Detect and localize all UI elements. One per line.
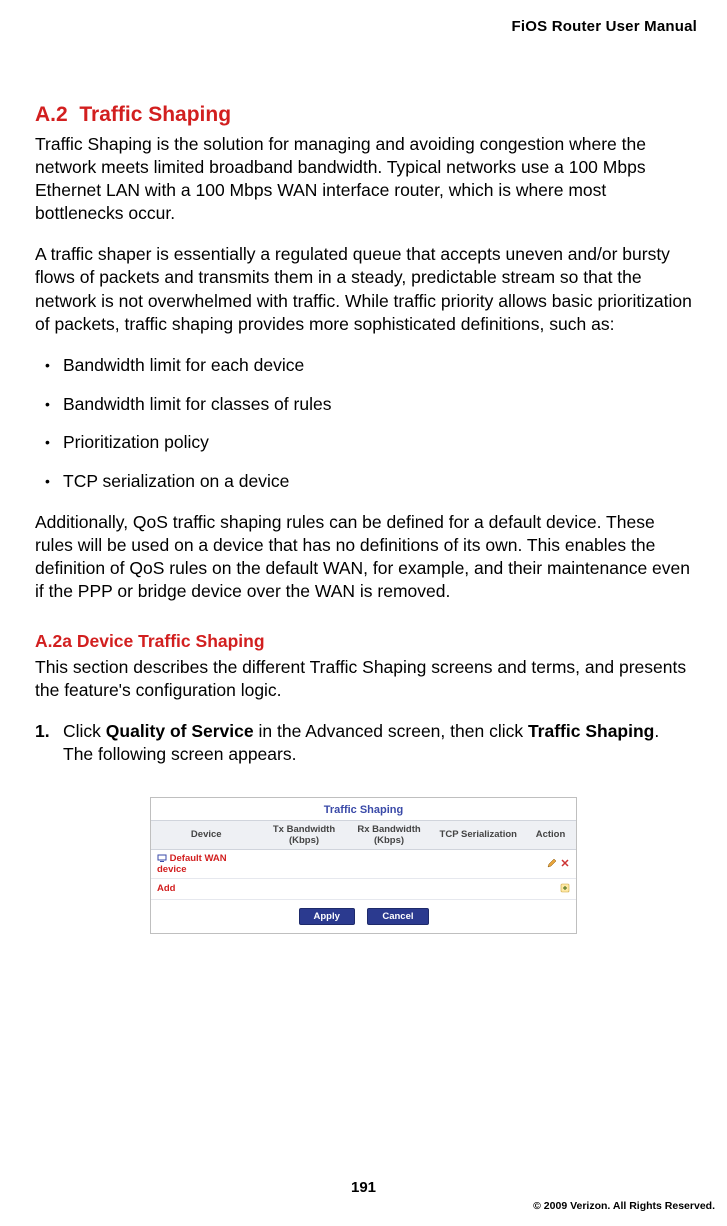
bullet-item: Bandwidth limit for classes of rules [35,393,692,416]
bullet-item: Bandwidth limit for each device [35,354,692,377]
tx-cell [262,849,347,878]
subsection-intro: This section describes the different Tra… [35,656,692,702]
bullet-item: Prioritization policy [35,431,692,454]
add-icon[interactable] [560,883,570,893]
steps-list: 1. Click Quality of Service in the Advan… [35,720,692,766]
bullet-item: TCP serialization on a device [35,470,692,493]
table-row: Default WAN device [151,849,576,878]
empty-cell [262,878,347,899]
cancel-button[interactable]: Cancel [367,908,428,925]
table-header-row: Device Tx Bandwidth (Kbps) Rx Bandwidth … [151,820,576,849]
subsection-number: A.2a [35,631,72,651]
screenshot-title: Traffic Shaping [151,798,576,820]
device-link[interactable]: Default WAN device [151,849,262,878]
page-number: 191 [0,1179,727,1196]
section-name: Traffic Shaping [79,103,231,126]
step-bold-1: Quality of Service [106,721,254,741]
col-action: Action [525,820,576,849]
table-row-add: Add [151,878,576,899]
traffic-shaping-table: Device Tx Bandwidth (Kbps) Rx Bandwidth … [151,820,576,900]
step-number: 1. [35,720,50,743]
col-device: Device [151,820,262,849]
device-icon [157,853,167,863]
col-tx: Tx Bandwidth (Kbps) [262,820,347,849]
col-rx: Rx Bandwidth (Kbps) [347,820,432,849]
bullet-list: Bandwidth limit for each device Bandwidt… [35,354,692,493]
copyright: © 2009 Verizon. All Rights Reserved. [533,1200,715,1212]
device-name: Default WAN device [157,853,227,875]
step-text-pre: Click [63,721,106,741]
running-head: FiOS Router User Manual [35,18,697,35]
section-para-2: A traffic shaper is essentially a regula… [35,243,692,335]
action-cell [525,849,576,878]
apply-button[interactable]: Apply [299,908,355,925]
add-link[interactable]: Add [151,878,262,899]
step-bold-2: Traffic Shaping [528,721,654,741]
screenshot-panel: Traffic Shaping Device Tx Bandwidth (Kbp… [150,797,577,934]
empty-cell [432,878,526,899]
section-para-1: Traffic Shaping is the solution for mana… [35,133,692,225]
section-para-3: Additionally, QoS traffic shaping rules … [35,511,692,603]
action-cell [525,878,576,899]
section-title: A.2 Traffic Shaping [35,103,692,127]
subsection-name: Device Traffic Shaping [77,631,265,651]
page: FiOS Router User Manual A.2 Traffic Shap… [0,0,727,1226]
edit-icon[interactable] [547,858,557,868]
step-item: 1. Click Quality of Service in the Advan… [35,720,692,766]
delete-icon[interactable] [560,858,570,868]
step-text-mid: in the Advanced screen, then click [254,721,528,741]
col-tcp: TCP Serialization [432,820,526,849]
subsection-title: A.2a Device Traffic Shaping [35,631,692,652]
empty-cell [347,878,432,899]
screenshot-button-row: Apply Cancel [151,900,576,933]
section-number: A.2 [35,103,68,126]
rx-cell [347,849,432,878]
tcp-cell [432,849,526,878]
